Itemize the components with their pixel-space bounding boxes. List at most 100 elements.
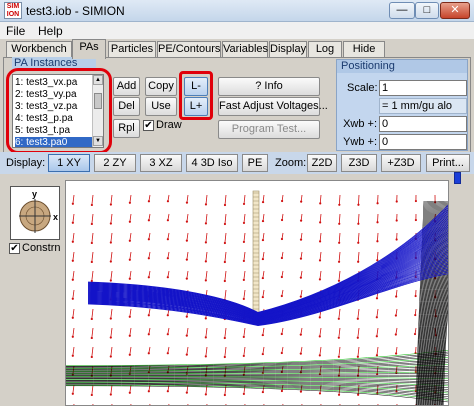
minimize-button[interactable]: — bbox=[389, 2, 415, 19]
field-vector-head bbox=[357, 260, 360, 263]
field-vector bbox=[205, 346, 208, 357]
field-vector-head bbox=[356, 317, 359, 320]
field-vector-head bbox=[109, 260, 112, 263]
field-vector-head bbox=[299, 276, 302, 279]
scroll-down-arrow-icon[interactable]: ▼ bbox=[93, 136, 103, 146]
field-vector-head bbox=[357, 222, 360, 225]
field-vector-head bbox=[128, 315, 131, 318]
list-item[interactable]: 5: test3_t.pa bbox=[15, 125, 70, 137]
field-vector bbox=[129, 346, 132, 355]
fast-adjust-voltages-button[interactable]: Fast Adjust Voltages... bbox=[218, 97, 328, 116]
field-vector bbox=[243, 289, 246, 299]
scroll-up-arrow-icon[interactable]: ▲ bbox=[93, 75, 103, 85]
list-item[interactable]: 3: test3_vz.pa bbox=[15, 101, 77, 113]
list-scrollbar[interactable]: ▲ ▼ bbox=[92, 75, 103, 147]
view-3d-iso-button[interactable]: 4 3D Iso bbox=[186, 154, 238, 172]
field-vector-head bbox=[261, 295, 264, 299]
field-vector bbox=[243, 213, 246, 223]
field-vector bbox=[72, 251, 75, 261]
field-vector-head bbox=[357, 393, 360, 396]
field-vector-head bbox=[319, 202, 322, 205]
view-zy-button[interactable]: 2 ZY bbox=[94, 154, 136, 172]
field-vector bbox=[72, 308, 75, 318]
layer-plus-button[interactable]: L+ bbox=[184, 97, 208, 116]
replace-button[interactable]: Rpl bbox=[113, 119, 140, 138]
xwb-input[interactable]: 0 bbox=[379, 116, 467, 132]
field-vector bbox=[110, 232, 113, 243]
field-vector bbox=[110, 213, 113, 224]
field-vector-head bbox=[185, 258, 188, 261]
field-vector-head bbox=[185, 334, 188, 337]
orientation-axes-icon: y x bbox=[19, 189, 58, 233]
zoom-plus-z3d-button[interactable]: +Z3D bbox=[381, 154, 421, 172]
delete-button[interactable]: Del bbox=[113, 97, 140, 116]
field-vector bbox=[243, 194, 246, 204]
tab-pe-contours[interactable]: PE/Contours bbox=[157, 41, 221, 58]
constrain-checkbox[interactable]: ✔ bbox=[9, 243, 20, 254]
use-button[interactable]: Use bbox=[145, 97, 177, 116]
draw-checkbox[interactable]: ✔ bbox=[143, 120, 154, 131]
program-test-button[interactable]: Program Test... bbox=[218, 120, 320, 139]
field-vector-head bbox=[337, 393, 341, 396]
field-vector-head bbox=[128, 239, 131, 242]
field-vector bbox=[91, 270, 94, 281]
tab-particles[interactable]: Particles bbox=[108, 41, 156, 58]
field-vector-head bbox=[223, 241, 227, 245]
maximize-button[interactable]: □ bbox=[415, 2, 439, 19]
field-vector bbox=[357, 365, 360, 376]
tab-hide[interactable]: Hide bbox=[343, 41, 385, 58]
list-item-selected[interactable]: 6: test3.pa0 bbox=[15, 137, 93, 147]
field-vector bbox=[129, 270, 132, 279]
menu-file[interactable]: File bbox=[6, 24, 25, 38]
close-button[interactable]: ✕ bbox=[440, 2, 470, 19]
zoom-z3d-button[interactable]: Z3D bbox=[341, 154, 377, 172]
field-vector-head bbox=[109, 203, 112, 206]
field-vector-head bbox=[356, 355, 359, 358]
print-button[interactable]: Print... bbox=[426, 154, 470, 172]
scale-input[interactable]: 1 bbox=[379, 80, 467, 96]
list-item[interactable]: 1: test3_vx.pa bbox=[15, 77, 77, 89]
simulation-view[interactable] bbox=[65, 180, 449, 406]
list-item[interactable]: 2: test3_vy.pa bbox=[15, 89, 77, 101]
layer-minus-button[interactable]: L- bbox=[184, 77, 208, 96]
field-vector-head bbox=[147, 257, 150, 260]
field-vector-head bbox=[109, 393, 112, 396]
view-pe-button[interactable]: PE bbox=[242, 154, 268, 172]
tab-log[interactable]: Log bbox=[308, 41, 342, 58]
field-vector-head bbox=[71, 240, 74, 243]
field-vector bbox=[224, 270, 227, 282]
tab-workbench[interactable]: Workbench bbox=[6, 41, 72, 58]
ywb-input[interactable]: 0 bbox=[379, 134, 467, 150]
tab-display[interactable]: Display bbox=[269, 41, 307, 58]
info-button[interactable]: ? Info bbox=[218, 77, 320, 96]
field-vector bbox=[338, 327, 341, 338]
orientation-view[interactable]: y x bbox=[10, 186, 60, 240]
field-vector-head bbox=[109, 355, 112, 358]
zoom-z2d-button[interactable]: Z2D bbox=[307, 154, 337, 172]
view-xy-button[interactable]: 1 XY bbox=[48, 154, 90, 172]
trajectory-canvas[interactable] bbox=[66, 181, 449, 406]
field-vector bbox=[129, 327, 132, 336]
add-button[interactable]: Add bbox=[113, 77, 140, 96]
field-vector bbox=[224, 327, 227, 339]
field-vector bbox=[129, 232, 132, 241]
display-label: Display: bbox=[6, 157, 46, 169]
copy-button[interactable]: Copy bbox=[145, 77, 177, 96]
field-vector-head bbox=[223, 393, 226, 397]
menu-help[interactable]: Help bbox=[38, 24, 63, 38]
field-vector-head bbox=[394, 314, 397, 317]
field-vector bbox=[319, 270, 322, 280]
tab-variables[interactable]: Variables bbox=[222, 41, 268, 58]
field-vector-head bbox=[261, 276, 264, 280]
view-xz-button[interactable]: 3 XZ bbox=[140, 154, 182, 172]
field-vector-head bbox=[261, 219, 265, 223]
pa-instances-list[interactable]: 1: test3_vx.pa 2: test3_vy.pa 3: test3_v… bbox=[12, 74, 104, 148]
tab-pas[interactable]: PAs bbox=[72, 39, 106, 59]
field-vector-head bbox=[242, 259, 245, 263]
field-vector bbox=[186, 270, 189, 279]
field-vector bbox=[224, 213, 227, 225]
field-vector-head bbox=[299, 390, 303, 393]
scroll-thumb[interactable] bbox=[94, 93, 102, 109]
positioning-title: Positioning bbox=[337, 60, 467, 73]
list-item[interactable]: 4: test3_p.pa bbox=[15, 113, 73, 125]
